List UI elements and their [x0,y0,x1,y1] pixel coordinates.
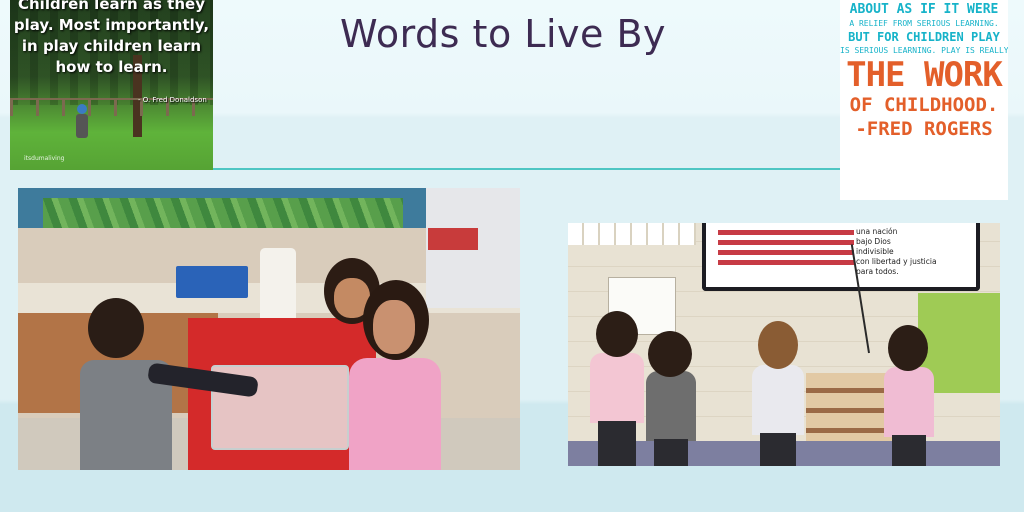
quote-line: Children learn as they [18,0,205,13]
pledge-line: una nación [856,227,898,236]
photo-child-2 [640,331,700,466]
photo-alphabet-strip [568,223,696,245]
photo-child-3 [748,321,808,466]
photo-leaf-border [43,198,403,228]
classroom-photo-pledge: una nación bajo Dios indivisible con lib… [568,223,1000,466]
pledge-line: indivisible [856,247,894,256]
rogers-attribution: -FRED ROGERS [855,118,993,140]
quote-line: play. Most importantly, [13,16,210,34]
pledge-line: con libertad y justicia [856,257,937,266]
rogers-line: ABOUT AS IF IT WERE [849,2,999,17]
rogers-line: BUT FOR CHILDREN PLAY [848,30,1000,44]
poster-watermark: itsdumaliving [24,155,65,162]
slide-title: Words to Live By [340,12,667,56]
photo-red-bin [428,228,478,250]
photo-blue-bin [176,266,248,298]
flag-image [718,227,854,265]
quote-line: how to learn. [55,58,168,76]
quote-poster-donaldson: Children learn as they play. Most import… [10,0,213,170]
photo-smartboard: una nación bajo Dios indivisible con lib… [702,223,980,291]
rogers-headline: OF CHILDHOOD. [849,94,999,116]
pledge-line: para todos. [856,267,899,276]
rogers-line: IS SERIOUS LEARNING. PLAY IS REALLY [840,46,1008,55]
rogers-line: A RELIEF FROM SERIOUS LEARNING. [849,19,999,28]
photo-child-4 [878,325,938,466]
quote-attribution: - O. Fred Donaldson [138,96,207,104]
poster-quote: Children learn as they play. Most import… [10,0,213,78]
photo-child-boy [78,298,259,470]
photo-child-1 [586,311,646,466]
quote-line: in play children learn [21,37,202,55]
title-divider [115,168,840,170]
poster-child-figure [76,104,88,138]
classroom-photo-science-activity [18,188,520,470]
pledge-text: una nación bajo Dios indivisible con lib… [856,227,976,277]
photo-child-girl-pink [343,280,443,470]
quote-poster-rogers: ABOUT AS IF IT WERE A RELIEF FROM SERIOU… [840,0,1008,200]
rogers-headline: THE WORK [846,55,1003,95]
pledge-line: bajo Dios [856,237,891,246]
